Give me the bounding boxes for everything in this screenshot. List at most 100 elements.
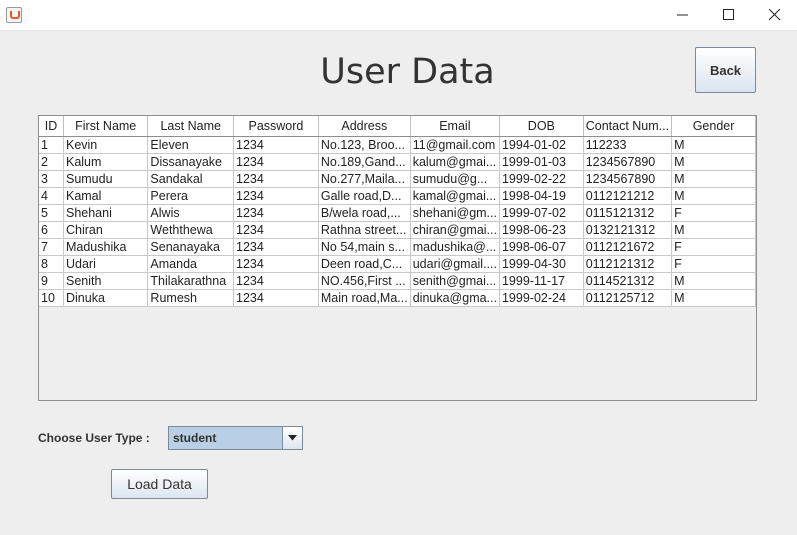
table-row[interactable]: 6 Chiran Weththewa 1234 Rathna street... chir… — [39, 221, 756, 239]
table-cell[interactable]: 2 — [39, 153, 64, 171]
table-cell[interactable]: 1234 — [233, 136, 319, 154]
table-cell[interactable]: F — [671, 255, 756, 273]
table-cell[interactable]: 1999-11-17 — [499, 272, 584, 290]
table-cell[interactable]: Rathna street... — [318, 221, 411, 239]
table-cell[interactable]: Senith — [63, 272, 149, 290]
table-cell[interactable]: 0114521312 — [583, 272, 673, 290]
table-cell[interactable]: 6 — [39, 221, 64, 239]
table-cell[interactable]: madushika@... — [410, 238, 500, 256]
column-header-password[interactable]: Password — [233, 116, 319, 137]
table-cell[interactable]: 1234567890 — [583, 170, 673, 188]
table-cell[interactable]: udari@gmail.... — [410, 255, 500, 273]
table-cell[interactable]: Deen road,C... — [318, 255, 411, 273]
table-cell[interactable]: No.277,Maila... — [318, 170, 411, 188]
table-cell[interactable]: Sumudu — [63, 170, 149, 188]
table-cell[interactable]: 1234 — [233, 187, 319, 205]
table-cell[interactable]: 0112121212 — [583, 187, 673, 205]
table-cell[interactable]: Udari — [63, 255, 149, 273]
table-cell[interactable]: Kalum — [63, 153, 149, 171]
table-cell[interactable]: Dinuka — [63, 289, 149, 307]
table-cell[interactable]: M — [671, 289, 756, 307]
table-cell[interactable]: No 54,main s... — [318, 238, 411, 256]
table-cell[interactable]: No.189,Gand... — [318, 153, 411, 171]
column-header-contact-number[interactable]: Contact Num... — [583, 116, 673, 137]
column-header-address[interactable]: Address — [318, 116, 411, 137]
table-cell[interactable]: 1234 — [233, 238, 319, 256]
table-cell[interactable]: B/wela road,... — [318, 204, 411, 222]
table-cell[interactable]: Weththewa — [147, 221, 234, 239]
table-cell[interactable]: 1999-01-03 — [499, 153, 584, 171]
column-header-id[interactable]: ID — [39, 116, 64, 137]
table-cell[interactable]: M — [671, 272, 756, 290]
table-row[interactable]: 5 Shehani Alwis 1234 B/wela road,... shehani@… — [39, 204, 756, 222]
table-cell[interactable]: Amanda — [147, 255, 234, 273]
table-cell[interactable]: 1 — [39, 136, 64, 154]
table-cell[interactable]: M — [671, 153, 756, 171]
table-cell[interactable]: 5 — [39, 204, 64, 222]
table-cell[interactable]: Dissanayake — [147, 153, 234, 171]
table-cell[interactable]: 1234 — [233, 255, 319, 273]
table-cell[interactable]: chiran@gmai... — [410, 221, 500, 239]
column-header-last-name[interactable]: Last Name — [147, 116, 234, 137]
table-row[interactable]: 2 Kalum Dissanayake 1234 No.189,Gand... kalum… — [39, 153, 756, 171]
user-type-dropdown[interactable]: student — [168, 426, 303, 450]
table-cell[interactable]: 3 — [39, 170, 64, 188]
table-cell[interactable]: 1234 — [233, 153, 319, 171]
table-cell[interactable]: Perera — [147, 187, 234, 205]
table-cell[interactable]: 1234 — [233, 289, 319, 307]
table-cell[interactable]: sumudu@g... — [410, 170, 500, 188]
table-cell[interactable]: Senanayaka — [147, 238, 234, 256]
table-cell[interactable]: 1994-01-02 — [499, 136, 584, 154]
table-cell[interactable]: Galle road,D... — [318, 187, 411, 205]
table-cell[interactable]: F — [671, 204, 756, 222]
table-cell[interactable]: M — [671, 187, 756, 205]
minimize-button[interactable] — [660, 0, 706, 30]
table-cell[interactable]: kalum@gmai... — [410, 153, 500, 171]
table-cell[interactable]: 1234 — [233, 170, 319, 188]
table-cell[interactable]: 10 — [39, 289, 64, 307]
table-cell[interactable]: 1234 — [233, 204, 319, 222]
table-cell[interactable]: 1234567890 — [583, 153, 673, 171]
table-cell[interactable]: 1998-06-23 — [499, 221, 584, 239]
close-button[interactable] — [752, 0, 797, 30]
table-cell[interactable]: Rumesh — [147, 289, 234, 307]
back-button[interactable]: Back — [695, 47, 756, 93]
column-header-email[interactable]: Email — [410, 116, 500, 137]
column-header-dob[interactable]: DOB — [499, 116, 584, 137]
load-data-button[interactable]: Load Data — [111, 469, 208, 499]
table-row[interactable]: 1 Kevin Eleven 1234 No.123, Broo... 11@gmail.… — [39, 136, 756, 154]
table-cell[interactable]: 4 — [39, 187, 64, 205]
table-cell[interactable]: 11@gmail.com — [410, 136, 500, 154]
table-cell[interactable]: Thilakarathna — [147, 272, 234, 290]
table-cell[interactable]: 1998-04-19 — [499, 187, 584, 205]
table-cell[interactable]: Main road,Ma... — [318, 289, 411, 307]
column-header-first-name[interactable]: First Name — [63, 116, 149, 137]
table-cell[interactable]: 1998-06-07 — [499, 238, 584, 256]
table-cell[interactable]: 0112121312 — [583, 255, 673, 273]
table-cell[interactable]: dinuka@gma... — [410, 289, 500, 307]
table-cell[interactable]: M — [671, 136, 756, 154]
table-cell[interactable]: M — [671, 221, 756, 239]
table-cell[interactable]: kamal@gmai... — [410, 187, 500, 205]
table-cell[interactable]: 1999-04-30 — [499, 255, 584, 273]
table-cell[interactable]: Eleven — [147, 136, 234, 154]
table-cell[interactable]: senith@gmai... — [410, 272, 500, 290]
table-cell[interactable]: F — [671, 238, 756, 256]
table-cell[interactable]: 1234 — [233, 221, 319, 239]
table-cell[interactable]: 0112125712 — [583, 289, 673, 307]
table-cell[interactable]: M — [671, 170, 756, 188]
table-cell[interactable]: Kevin — [63, 136, 149, 154]
maximize-button[interactable] — [706, 0, 752, 30]
table-cell[interactable]: 0112121672 — [583, 238, 673, 256]
table-cell[interactable]: 0115121312 — [583, 204, 673, 222]
table-row[interactable]: 4 Kamal Perera 1234 Galle road,D... kamal@gma… — [39, 187, 756, 205]
table-row[interactable]: 10 Dinuka Rumesh 1234 Main road,Ma... dinuka@… — [39, 289, 756, 307]
table-cell[interactable]: Kamal — [63, 187, 149, 205]
table-row[interactable]: 3 Sumudu Sandakal 1234 No.277,Maila... sumudu… — [39, 170, 756, 188]
user-table-scrollpane[interactable]: ID First Name Last Name Password Address… — [38, 115, 757, 401]
table-cell[interactable]: 112233 — [583, 136, 673, 154]
table-row[interactable]: 9 Senith Thilakarathna 1234 NO.456,First ...… — [39, 272, 756, 290]
table-cell[interactable]: 7 — [39, 238, 64, 256]
table-cell[interactable]: shehani@gm... — [410, 204, 500, 222]
table-cell[interactable]: 9 — [39, 272, 64, 290]
